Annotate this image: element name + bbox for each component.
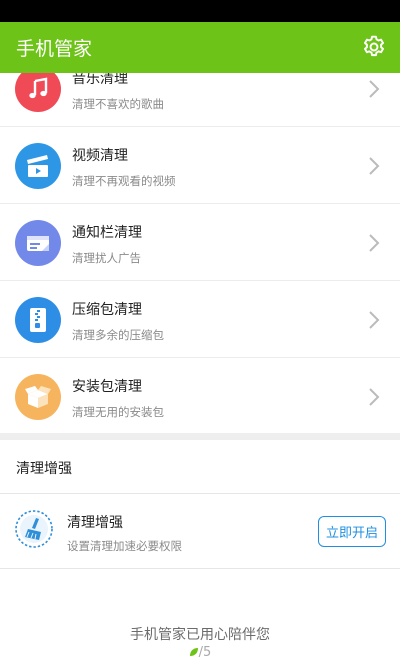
list-item-video-clean[interactable]: 视频清理 清理不再观看的视频 <box>0 127 400 204</box>
section-divider <box>0 433 400 440</box>
music-note-icon <box>15 73 61 112</box>
list-item-title: 清理增强 <box>67 515 123 531</box>
chevron-right-icon <box>369 234 380 252</box>
footer-message: 手机管家已用心陪伴您 <box>130 627 270 643</box>
chevron-right-icon <box>369 388 380 406</box>
leaf-icon <box>189 648 198 656</box>
clean-list: 音乐清理 清理不喜欢的歌曲 视频清理 清理不再观看的视频 通知栏清理 清理扰人广… <box>0 73 400 433</box>
list-item-clean-enhance[interactable]: 清理增强 设置清理加速必要权限 立即开启 <box>0 494 400 569</box>
list-item-subtitle: 清理不再观看的视频 <box>72 174 176 188</box>
list-item-apk-clean[interactable]: 安装包清理 清理无用的安装包 <box>0 358 400 433</box>
list-item-title: 音乐清理 <box>72 73 128 87</box>
list-item-subtitle: 设置清理加速必要权限 <box>67 539 182 553</box>
page-indicator-text: /5 <box>198 645 212 660</box>
broom-icon <box>15 510 53 548</box>
gear-icon[interactable] <box>361 34 387 60</box>
page-indicator: /5 <box>0 645 400 661</box>
list-item-notification-clean[interactable]: 通知栏清理 清理扰人广告 <box>0 204 400 281</box>
list-item-title: 安装包清理 <box>72 379 142 395</box>
section-title: 清理增强 <box>16 461 72 477</box>
notification-bar-icon <box>15 220 61 266</box>
list-item-title: 压缩包清理 <box>72 302 142 318</box>
clapperboard-icon <box>15 143 61 189</box>
package-box-icon <box>15 374 61 420</box>
list-item-title: 视频清理 <box>72 148 128 164</box>
app-bar: 手机管家 <box>0 22 400 73</box>
list-item-subtitle: 清理不喜欢的歌曲 <box>72 97 164 111</box>
list-item-subtitle: 清理扰人广告 <box>72 251 141 265</box>
section-header: 清理增强 <box>0 440 400 494</box>
status-bar <box>0 0 400 22</box>
chevron-right-icon <box>369 157 380 175</box>
list-item-music-clean[interactable]: 音乐清理 清理不喜欢的歌曲 <box>0 73 400 127</box>
list-item-archive-clean[interactable]: 压缩包清理 清理多余的压缩包 <box>0 281 400 358</box>
chevron-right-icon <box>369 311 380 329</box>
chevron-right-icon <box>369 80 380 98</box>
list-item-title: 通知栏清理 <box>72 225 142 241</box>
list-item-subtitle: 清理多余的压缩包 <box>72 328 164 342</box>
list-item-subtitle: 清理无用的安装包 <box>72 405 164 419</box>
enable-now-button[interactable]: 立即开启 <box>318 516 386 547</box>
app-title: 手机管家 <box>16 38 93 60</box>
zip-file-icon <box>15 297 61 343</box>
